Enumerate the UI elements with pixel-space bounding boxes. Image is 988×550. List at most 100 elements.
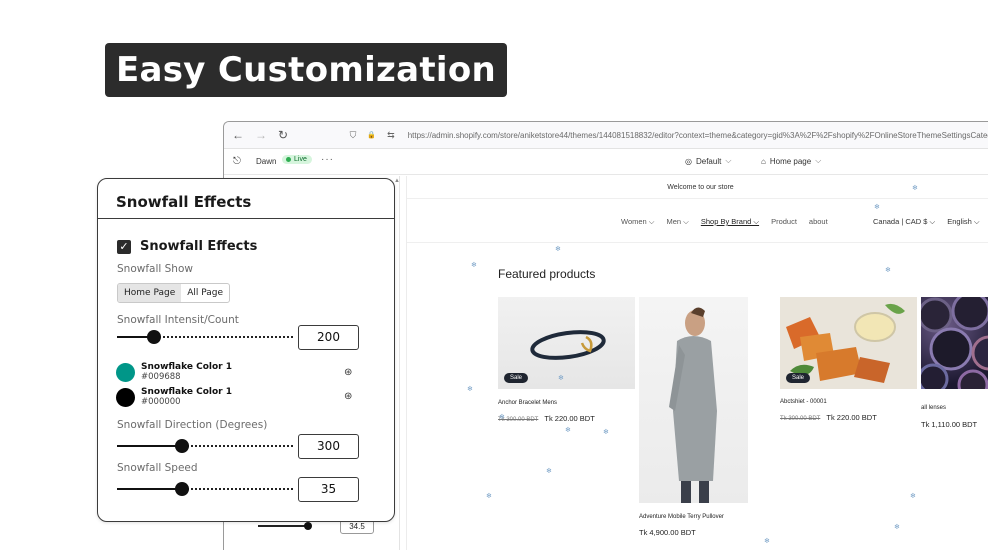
permissions-icon[interactable]: ⇆ xyxy=(387,130,395,141)
theme-name: Dawn xyxy=(256,157,277,166)
browser-toolbar: ← → ↻ ⛉ 🔒 ⇆ https://admin.shopify.com/st… xyxy=(224,122,988,149)
currency-selector[interactable]: Canada | CAD $ ⌵ xyxy=(873,217,935,227)
canvas: Easy Customization ← → ↻ ⛉ 🔒 ⇆ https://a… xyxy=(0,0,988,550)
menu-item-product[interactable]: Product xyxy=(771,217,797,227)
product-image[interactable]: Sale xyxy=(498,297,635,389)
option-home-page[interactable]: Home Page xyxy=(118,284,182,302)
snowfall-show-label: Snowfall Show xyxy=(117,263,193,275)
snowflake-icon: ❄ xyxy=(910,493,916,500)
snowflake-color-hex[interactable]: #009688 xyxy=(141,372,181,382)
menu-item-shop-by-brand[interactable]: Shop By Brand ⌵ xyxy=(701,217,759,227)
snowflake-icon: ❄ xyxy=(764,538,770,545)
reload-icon[interactable]: ↻ xyxy=(278,128,288,142)
page-selector[interactable]: ⌂ Home page ⌵ xyxy=(761,156,821,166)
live-dot-icon xyxy=(286,157,291,162)
speed-input[interactable]: 35 xyxy=(298,477,359,502)
product-sale-price: Tk 1,110.00 BDT xyxy=(921,420,978,429)
direction-input[interactable]: 300 xyxy=(298,434,359,459)
lenses-image xyxy=(921,297,988,389)
settings-slider-track[interactable] xyxy=(258,525,308,527)
product-price: Tk 1,110.00 BDT xyxy=(921,420,977,429)
snowflake-icon: ❄ xyxy=(471,262,477,269)
sidebar-divider xyxy=(399,176,400,550)
store-header: Women ⌵ Men ⌵ Shop By Brand ⌵ Product ab… xyxy=(407,199,988,243)
product-image[interactable] xyxy=(921,297,988,389)
theme-selector[interactable]: ◎ Default ⌵ xyxy=(685,156,731,166)
product-image[interactable]: Sale xyxy=(780,297,917,389)
snowfall-effects-label: Snowfall Effects xyxy=(140,239,258,254)
hero-title: Easy Customization xyxy=(105,43,507,97)
language-selector[interactable]: English ⌵ xyxy=(947,217,979,227)
snowflake-icon: ❄ xyxy=(555,246,561,253)
color-picker-icon[interactable]: ⊛ xyxy=(344,391,352,402)
exit-icon[interactable]: ⎋ xyxy=(233,156,241,167)
featured-products-heading: Featured products xyxy=(498,267,596,281)
product-price: Tk 4,900.00 BDT xyxy=(639,528,696,537)
live-badge: Live xyxy=(282,155,312,164)
theme-selector-label: Default xyxy=(695,156,722,166)
speed-slider-fill[interactable] xyxy=(117,488,181,490)
snowfall-effects-checkbox[interactable]: ✓ xyxy=(117,240,131,254)
snowflake-icon: ❄ xyxy=(894,524,900,531)
chevron-down-icon: ⌵ xyxy=(725,156,732,165)
snowflake-icon: ❄ xyxy=(565,427,571,434)
globe-icon: ◎ xyxy=(685,156,692,166)
product-sale-price: Tk 220.00 BDT xyxy=(826,413,877,422)
url-field[interactable]: https://admin.shopify.com/store/aniketst… xyxy=(408,131,988,140)
product-title[interactable]: Adventure Mobile Terry Pullover xyxy=(639,514,724,520)
snowfall-settings-panel: Snowfall Effects ✓ Snowfall Effects Snow… xyxy=(97,178,395,522)
snowflake-color-hex[interactable]: #000000 xyxy=(141,397,181,407)
speed-slider-handle[interactable] xyxy=(175,482,189,496)
snowflake-icon: ❄ xyxy=(603,429,609,436)
direction-slider-track[interactable] xyxy=(182,445,293,447)
snowflake-color-1-swatch[interactable] xyxy=(116,363,135,382)
back-icon[interactable]: ← xyxy=(232,128,244,142)
snowflake-color-name: Snowflake Color 1 xyxy=(141,362,233,372)
snowflake-icon: ❄ xyxy=(558,375,564,382)
snowflake-icon: ❄ xyxy=(912,185,918,192)
product-price: Tk 300.00 BDT Tk 220.00 BDT xyxy=(498,414,595,423)
snowfall-show-toggle: Home Page All Page xyxy=(117,283,231,303)
store-preview: Welcome to our store Women ⌵ Men ⌵ Shop … xyxy=(406,176,988,550)
intensity-label: Snowfall Intensit/Count xyxy=(117,314,239,326)
intensity-input[interactable]: 200 xyxy=(298,325,359,350)
more-actions-button[interactable]: ··· xyxy=(321,154,334,165)
sale-badge: Sale xyxy=(786,373,811,383)
store-menu: Women ⌵ Men ⌵ Shop By Brand ⌵ Product ab… xyxy=(621,217,828,227)
direction-label: Snowfall Direction (Degrees) xyxy=(117,419,268,431)
menu-item-men[interactable]: Men ⌵ xyxy=(666,217,688,227)
snowflake-icon: ❄ xyxy=(546,468,552,475)
snowflake-color-2-swatch[interactable] xyxy=(116,388,135,407)
chevron-down-icon: ⌵ xyxy=(815,156,822,165)
pullover-image xyxy=(669,307,717,503)
product-title[interactable]: all lenses xyxy=(921,405,946,411)
color-picker-icon[interactable]: ⊛ xyxy=(344,367,352,378)
direction-slider-fill[interactable] xyxy=(117,445,181,447)
intensity-slider-handle[interactable] xyxy=(147,330,161,344)
forward-icon[interactable]: → xyxy=(255,128,267,142)
option-all-page[interactable]: All Page xyxy=(181,284,229,302)
intensity-slider-track[interactable] xyxy=(155,336,293,338)
store-localization: Canada | CAD $ ⌵ English ⌵ xyxy=(873,217,980,227)
product-image[interactable] xyxy=(639,297,748,503)
product-old-price: Tk 300.00 BDT xyxy=(780,416,821,422)
menu-item-about[interactable]: about xyxy=(809,217,828,227)
product-sale-price: Tk 4,900.00 BDT xyxy=(639,528,696,537)
speed-label: Snowfall Speed xyxy=(117,462,198,474)
product-title[interactable]: Abctshiet - 00001 xyxy=(780,399,827,405)
scroll-up-icon[interactable]: ▲ xyxy=(394,178,400,184)
shield-icon[interactable]: ⛉ xyxy=(350,130,357,141)
panel-header: Snowfall Effects xyxy=(98,179,394,219)
direction-slider-handle[interactable] xyxy=(175,439,189,453)
snowflake-icon: ❄ xyxy=(885,267,891,274)
product-price: Tk 300.00 BDT Tk 220.00 BDT xyxy=(780,413,877,422)
menu-item-women[interactable]: Women ⌵ xyxy=(621,217,654,227)
lock-icon[interactable]: 🔒 xyxy=(367,131,376,139)
product-title[interactable]: Anchor Bracelet Mens xyxy=(498,400,557,406)
snowflake-color-name: Snowflake Color 1 xyxy=(141,387,233,397)
speed-slider-track[interactable] xyxy=(182,488,293,490)
sale-badge: Sale xyxy=(504,373,529,383)
settings-slider-handle[interactable] xyxy=(304,522,312,530)
home-icon: ⌂ xyxy=(761,156,766,166)
announcement-bar: Welcome to our store xyxy=(407,176,988,199)
